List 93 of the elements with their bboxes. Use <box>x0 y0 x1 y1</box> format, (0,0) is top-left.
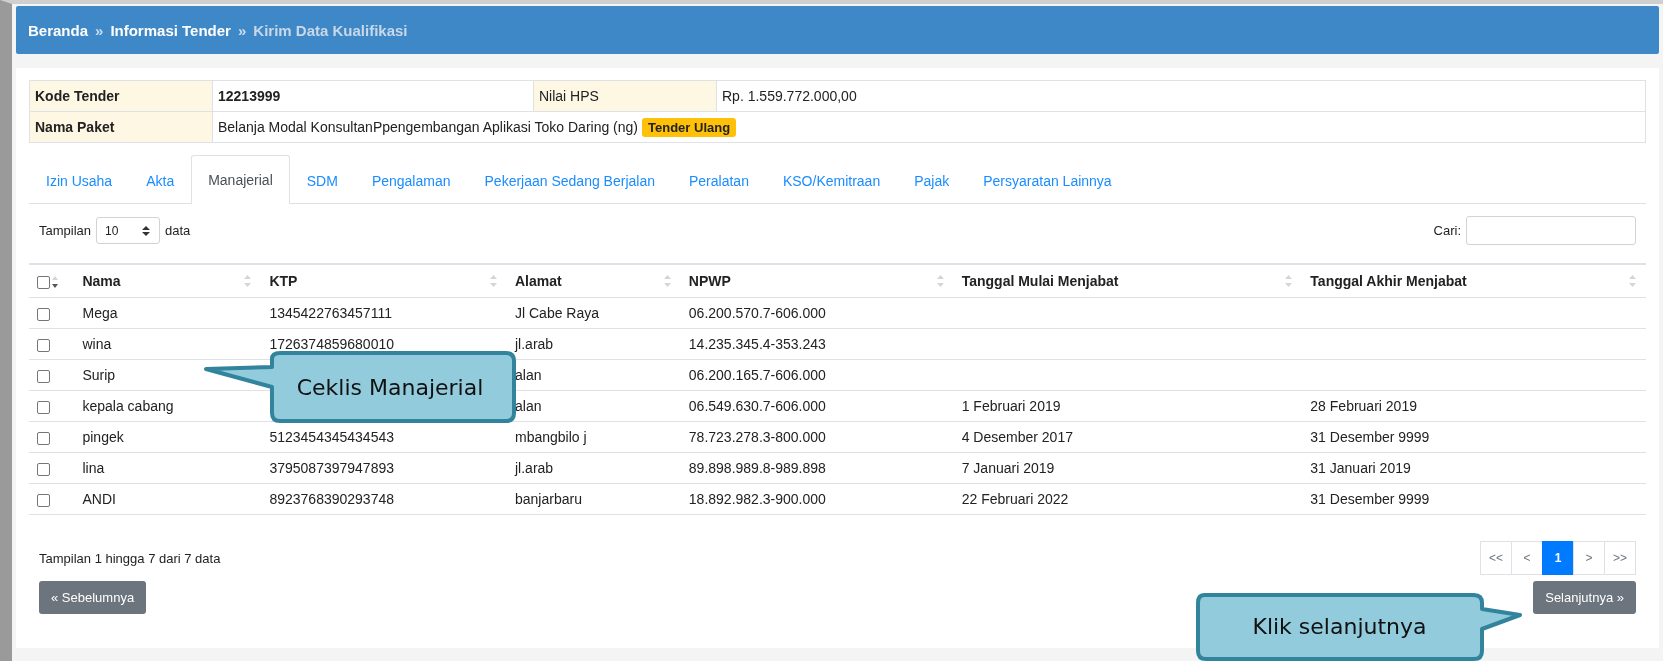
previous-button[interactable]: « Sebelumnya <box>39 581 147 614</box>
table-cell: alan <box>515 367 542 383</box>
field-label: Kode Tender <box>29 80 213 112</box>
row-checkbox[interactable] <box>37 338 50 352</box>
table-cell: 3795087397947893 <box>269 460 394 476</box>
page-button[interactable]: >> <box>1604 541 1636 575</box>
table-cell: jl.arab <box>515 336 554 352</box>
table-cell: 5123454345434543 <box>269 429 394 445</box>
table-cell: 31 Desember 9999 <box>1310 491 1430 507</box>
tab[interactable]: Persyaratan Lainnya <box>966 157 1129 204</box>
sort-icon <box>936 274 944 288</box>
page-size-select[interactable]: 10 <box>96 217 161 244</box>
table-cell: banjarbaru <box>515 491 582 507</box>
table-cell: 89.898.989.8-989.898 <box>688 460 826 476</box>
sort-icon <box>1629 274 1636 288</box>
tab[interactable]: Izin Usaha <box>29 157 130 204</box>
table-cell: wina <box>82 336 112 352</box>
tab[interactable]: SDM <box>289 157 355 204</box>
page-button[interactable]: > <box>1573 541 1605 575</box>
field-label: Nilai HPS <box>533 80 717 112</box>
tab[interactable]: Pekerjaan Sedang Berjalan <box>467 157 672 204</box>
tab[interactable]: KSO/Kemitraan <box>765 157 898 204</box>
sort-icon <box>244 274 252 288</box>
table-cell: 18.892.982.3-900.000 <box>688 491 826 507</box>
table-cell: Mega <box>82 305 118 321</box>
tab[interactable]: Peralatan <box>672 157 766 204</box>
search-field[interactable] <box>1466 216 1636 245</box>
sort-icon <box>52 275 58 290</box>
table-cell: 31 Januari 2019 <box>1310 460 1411 476</box>
breadcrumb-separator: » <box>237 21 247 39</box>
select-all-checkbox[interactable] <box>37 275 50 289</box>
table-cell: ANDI <box>82 491 116 507</box>
field-label: Nama Paket <box>29 111 213 143</box>
column-header[interactable]: KTP <box>269 273 298 289</box>
row-checkbox[interactable] <box>37 307 50 321</box>
sort-icon <box>1285 274 1293 288</box>
column-header[interactable]: Nama <box>82 273 121 289</box>
table-cell: 7 Januari 2019 <box>961 460 1055 476</box>
column-header[interactable]: Tanggal Mulai Menjabat <box>961 273 1119 289</box>
row-checkbox[interactable] <box>37 431 50 445</box>
next-button[interactable]: Selanjutnya » <box>1533 581 1636 614</box>
table-cell: kepala cabang <box>82 398 174 414</box>
row-checkbox[interactable] <box>37 369 50 383</box>
breadcrumb-link[interactable]: Beranda <box>28 21 89 39</box>
field-value: 12213999 <box>212 80 534 112</box>
tab[interactable]: Manajerial <box>191 155 290 204</box>
length-label: Tampilan <box>39 223 92 238</box>
table-cell: 06.200.570.7-606.000 <box>688 305 826 321</box>
table-cell: 1 Februari 2019 <box>961 398 1061 414</box>
table-cell: mbangbilo j <box>515 429 587 445</box>
column-header[interactable]: Alamat <box>515 273 562 289</box>
row-checkbox[interactable] <box>37 493 50 507</box>
page-button[interactable]: 1 <box>1542 541 1574 575</box>
page-button[interactable]: << <box>1480 541 1512 575</box>
sort-icon <box>490 274 497 288</box>
table-cell: 06.549.630.7-606.000 <box>688 398 826 414</box>
table-cell: 28 Februari 2019 <box>1310 398 1417 414</box>
status-badge: Tender Ulang <box>642 118 737 137</box>
spinner-icon <box>141 224 152 237</box>
table-cell: 22 Februari 2022 <box>961 491 1069 507</box>
breadcrumb-separator: » <box>95 21 104 39</box>
breadcrumb-link[interactable]: Informasi Tender <box>110 21 231 39</box>
callout-text: Ceklis Manajerial <box>296 374 484 400</box>
table-cell: alan <box>515 398 542 414</box>
field-value: Belanja Modal KonsultanPpengembangan Aplikasi Toko Daring (ng) Tender Ulang <box>212 111 1646 143</box>
column-header[interactable]: NPWP <box>688 273 731 289</box>
breadcrumb-link[interactable]: Kirim Data Kualifikasi <box>253 21 408 39</box>
row-checkbox[interactable] <box>37 462 50 476</box>
table-cell: Surip <box>82 367 116 383</box>
tab[interactable]: Akta <box>129 157 192 204</box>
table-cell: 78.723.278.3-800.000 <box>688 429 826 445</box>
table-cell: lina <box>82 460 105 476</box>
field-value: Rp. 1.559.772.000,00 <box>716 80 1646 112</box>
table-cell: 1345422763457111 <box>269 305 392 321</box>
table-cell: 14.235.345.4-353.243 <box>688 336 826 352</box>
table-cell: 31 Desember 9999 <box>1310 429 1430 445</box>
tab[interactable]: Pajak <box>897 157 967 204</box>
sort-icon <box>663 274 671 288</box>
search-label: Cari: <box>1433 223 1461 238</box>
column-header[interactable]: Tanggal Akhir Menjabat <box>1310 273 1467 289</box>
table-cell: 8923768390293748 <box>269 491 394 507</box>
table-cell: 1726374859680010 <box>269 336 394 352</box>
table-cell: 06.200.165.7-606.000 <box>688 367 826 383</box>
callout-text: Klik selanjutnya <box>1252 614 1427 639</box>
row-checkbox[interactable] <box>37 400 50 414</box>
page-button[interactable]: < <box>1511 541 1543 575</box>
table-info: Tampilan 1 hingga 7 dari 7 data <box>39 550 221 566</box>
table-cell: pingek <box>82 429 124 445</box>
table-cell: Jl Cabe Raya <box>515 305 600 321</box>
table-cell: 4 Desember 2017 <box>961 429 1073 445</box>
tab[interactable]: Pengalaman <box>354 157 468 204</box>
length-label: data <box>165 223 191 238</box>
table-cell: jl.arab <box>515 460 554 476</box>
